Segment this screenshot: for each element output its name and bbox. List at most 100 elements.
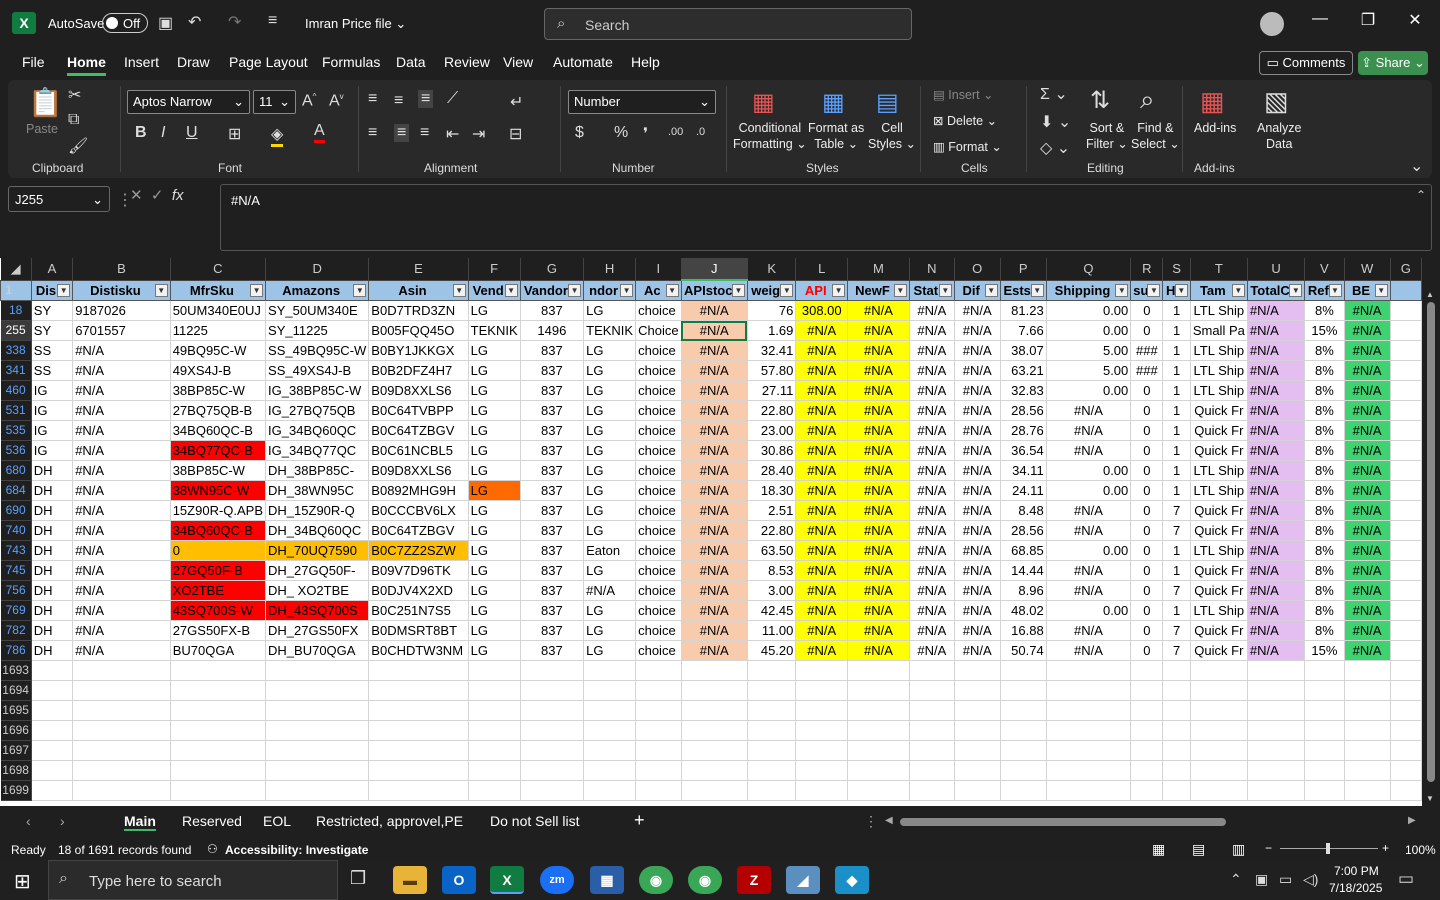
cell[interactable]: #N/A (1344, 460, 1391, 481)
cell[interactable] (1190, 780, 1248, 801)
row-number[interactable]: 782 (0, 620, 32, 641)
cell[interactable]: 837 (520, 360, 585, 381)
cell[interactable]: #N/A (909, 520, 955, 541)
cell[interactable] (72, 740, 171, 761)
cell[interactable]: #N/A (681, 640, 748, 661)
cell[interactable]: #N/A (681, 600, 748, 621)
cell[interactable]: 18.30 (747, 480, 797, 501)
cell[interactable] (368, 720, 469, 741)
cell[interactable]: B0C64TVBPP (368, 400, 469, 421)
cell[interactable]: choice (635, 480, 682, 501)
cell[interactable] (747, 700, 797, 721)
cell[interactable]: #N/A (847, 640, 910, 661)
cell[interactable] (1162, 760, 1191, 781)
column-header[interactable]: P (1000, 258, 1047, 281)
cell[interactable]: #N/A (909, 340, 955, 361)
cell[interactable] (1247, 780, 1306, 801)
cell[interactable]: 7 (1162, 520, 1191, 541)
cell[interactable]: DH (31, 580, 74, 601)
cell[interactable] (747, 680, 797, 701)
wrap-text-icon[interactable]: ↵ (510, 92, 523, 112)
cell[interactable]: LG (468, 640, 521, 661)
cell[interactable]: #N/A (909, 300, 955, 321)
merge-center-icon[interactable]: ⊟ (509, 124, 522, 144)
format-as-table-icon[interactable]: ▦ (822, 88, 845, 117)
cell[interactable]: Small Pa (1190, 320, 1248, 341)
cell[interactable]: choice (635, 440, 682, 461)
cell[interactable]: B09D8XXLS6 (368, 460, 469, 481)
cell[interactable]: DH_27GQ50F- (265, 560, 370, 581)
filter-dropdown-icon[interactable]: ▼ (1174, 283, 1188, 297)
cell[interactable]: #N/A (954, 320, 1001, 341)
windows-start-icon[interactable]: ⊞ (14, 869, 31, 894)
cell[interactable]: #N/A (909, 460, 955, 481)
avatar[interactable] (1260, 12, 1284, 36)
menu-view[interactable]: View (503, 54, 533, 70)
cell[interactable] (170, 700, 267, 721)
cell[interactable]: 38.07 (1000, 340, 1047, 361)
menu-review[interactable]: Review (444, 54, 490, 70)
cell[interactable] (795, 760, 849, 781)
cell[interactable]: DH_70UQ7590 (265, 540, 370, 561)
cell[interactable]: #N/A (795, 380, 849, 401)
column-header[interactable]: C (170, 258, 267, 281)
cell[interactable]: LTL Ship (1190, 480, 1248, 501)
cell[interactable]: 0 (1130, 460, 1164, 481)
percent-icon[interactable]: % (614, 124, 628, 142)
cell[interactable] (468, 660, 521, 681)
cell[interactable] (265, 740, 370, 761)
cell[interactable]: 57.80 (747, 360, 797, 381)
column-header[interactable]: H (583, 258, 637, 281)
cell[interactable] (170, 680, 267, 701)
cell[interactable]: #N/A (1344, 520, 1391, 541)
cell[interactable]: #N/A (72, 480, 171, 501)
cell[interactable]: #N/A (1344, 380, 1391, 401)
cell[interactable]: #N/A (1344, 620, 1391, 641)
cell[interactable]: 32.83 (1000, 380, 1047, 401)
cell[interactable] (635, 720, 682, 741)
cell[interactable]: #N/A (1247, 460, 1306, 481)
cell[interactable]: LTL Ship (1190, 600, 1248, 621)
cell[interactable]: 837 (520, 380, 585, 401)
decrease-indent-icon[interactable]: ⇤ (446, 124, 459, 144)
cell[interactable] (1390, 440, 1422, 461)
cell[interactable]: DH (31, 620, 74, 641)
cell[interactable]: DH (31, 500, 74, 521)
cell[interactable] (1046, 780, 1132, 801)
header-cell[interactable]: Dif ▼ (953, 279, 1001, 301)
cell[interactable]: 2.51 (747, 500, 797, 521)
cell[interactable]: 0.00 (1046, 600, 1132, 621)
header-cell[interactable]: Stat ▼ (908, 279, 955, 301)
cell[interactable] (681, 660, 748, 681)
cell[interactable]: DH (31, 600, 74, 621)
cell[interactable] (1046, 660, 1132, 681)
sheet-tab-main[interactable]: Main (124, 813, 156, 831)
cell[interactable]: #N/A (909, 360, 955, 381)
cell[interactable] (954, 660, 1001, 681)
cell[interactable] (520, 740, 585, 761)
cell[interactable]: LG (583, 480, 637, 501)
filter-dropdown-icon[interactable]: ▼ (1289, 283, 1303, 297)
cell[interactable]: 0 (1130, 380, 1164, 401)
cell[interactable] (1390, 540, 1422, 561)
cell[interactable]: B0CCCBV6LX (368, 500, 469, 521)
cell[interactable] (954, 720, 1001, 741)
cell[interactable]: #N/A (1247, 620, 1306, 641)
cell[interactable] (583, 680, 637, 701)
row-number[interactable]: 1 (0, 279, 32, 301)
spreadsheet-grid[interactable]: ◢ A B C D E F G H I J K L M N O P Q R S T U V W G 1 Dis ▼ Distisku ▼ M… (0, 258, 1422, 806)
filter-dropdown-icon[interactable]: ▼ (1328, 283, 1342, 297)
cell[interactable] (265, 760, 370, 781)
cell[interactable]: Quick Fr (1190, 620, 1248, 641)
cell[interactable]: LG (468, 600, 521, 621)
cell[interactable] (265, 660, 370, 681)
cell[interactable] (368, 680, 469, 701)
clear-icon[interactable]: ◇ ⌄ (1040, 138, 1070, 158)
cell[interactable] (265, 680, 370, 701)
cell[interactable] (368, 660, 469, 681)
file-name[interactable]: Imran Price file ⌄ (305, 16, 406, 32)
column-header[interactable]: T (1190, 258, 1248, 281)
cell-styles-icon[interactable]: ▤ (876, 88, 899, 117)
cell[interactable]: choice (635, 420, 682, 441)
network-icon[interactable]: ▭ (1279, 871, 1292, 888)
